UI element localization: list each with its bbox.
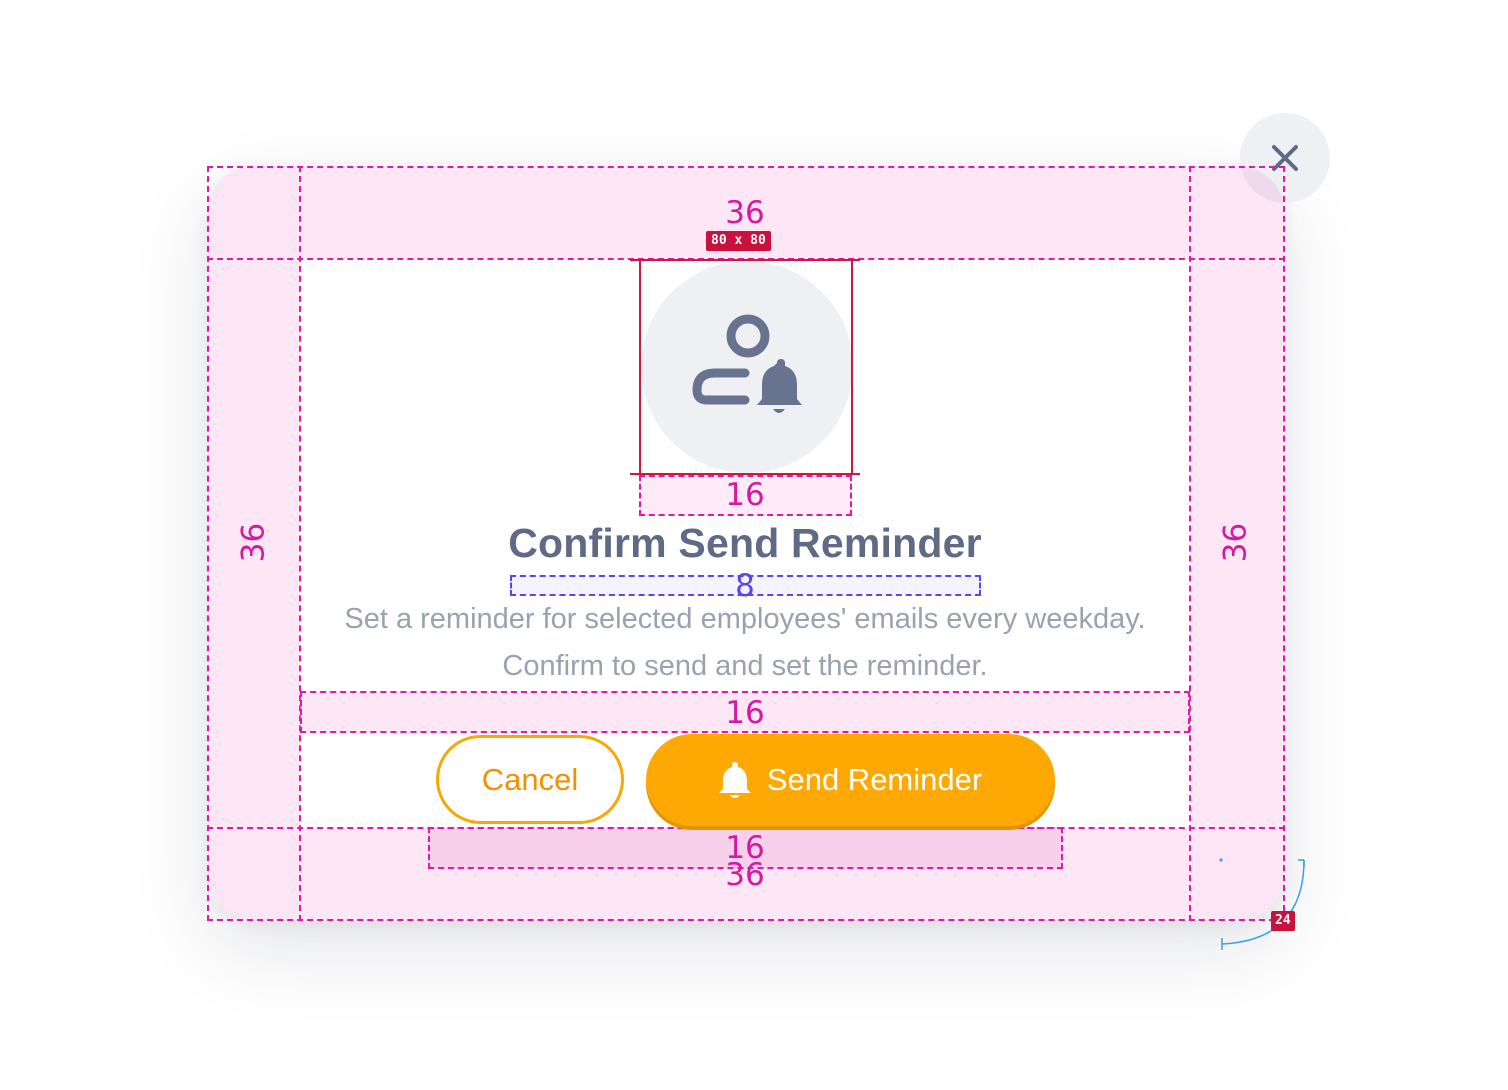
gap-title-description-label: 8 — [735, 568, 755, 604]
dialog-description-line-1: Set a reminder for selected employees' e… — [344, 603, 1146, 635]
corner-radius-indicator — [1219, 858, 1305, 950]
icon-size-guide-bottom — [630, 473, 860, 475]
icon-size-guide-top — [630, 259, 860, 261]
dialog-title: Confirm Send Reminder — [508, 520, 982, 566]
padding-left-label: 36 — [235, 522, 272, 563]
dialog-description-line-2: Confirm to send and set the reminder. — [502, 650, 988, 682]
send-reminder-button[interactable]: Send Reminder — [646, 734, 1055, 826]
icon-size-guide — [639, 259, 853, 475]
padding-right-label: 36 — [1217, 522, 1254, 563]
padding-top-label: 36 — [725, 195, 765, 231]
cancel-button-label: Cancel — [481, 761, 579, 797]
gap-buttons-bottom-label: 16 — [725, 830, 765, 866]
send-reminder-button-label: Send Reminder — [766, 762, 983, 797]
gap-icon-title-label: 16 — [725, 477, 765, 513]
corner-radius-tag: 24 — [1271, 911, 1295, 931]
gap-description-buttons-label: 16 — [725, 695, 765, 731]
cancel-button[interactable]: Cancel — [436, 735, 624, 824]
bell-icon — [718, 762, 751, 798]
icon-size-tag: 80 x 80 — [706, 231, 771, 251]
